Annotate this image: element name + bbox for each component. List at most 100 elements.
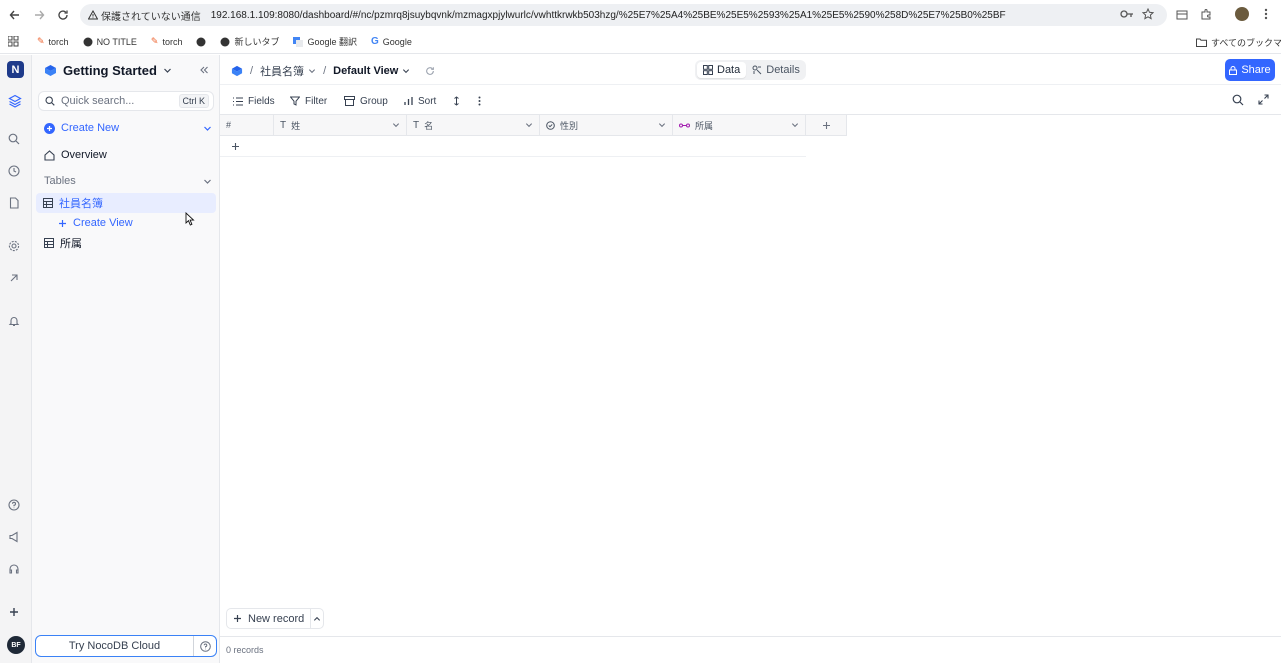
overview-label: Overview (61, 149, 107, 161)
create-view-label: Create View (73, 217, 133, 229)
grid-footer: 0 records (220, 636, 1281, 663)
column-header-seibetsu[interactable]: 性別 (540, 115, 673, 136)
tab-search-icon[interactable] (1176, 9, 1188, 21)
icon-rail: N BF (0, 55, 32, 663)
table-label: 社員名簿 (59, 198, 103, 210)
bookmark-globe[interactable] (196, 37, 206, 47)
settings-icon[interactable] (8, 240, 24, 256)
user-avatar[interactable]: BF (7, 636, 25, 654)
chevron-down-icon[interactable] (392, 121, 400, 129)
collapse-sidebar-icon[interactable] (199, 65, 209, 75)
try-cloud-banner[interactable]: Try NocoDB Cloud (35, 635, 217, 657)
row-number-header: # (220, 115, 274, 136)
document-icon[interactable] (8, 197, 24, 213)
sort-label: Sort (418, 95, 437, 107)
extensions-icon[interactable] (1200, 8, 1212, 20)
sidebar-table-shain-meibo[interactable]: 社員名簿 (36, 193, 216, 213)
column-header-sei[interactable]: T 姓 (274, 115, 407, 136)
back-icon[interactable] (4, 4, 26, 26)
megaphone-icon[interactable] (8, 531, 24, 547)
sort-button[interactable]: Sort (404, 92, 436, 110)
view-mode-switcher: Data Details (695, 60, 806, 80)
try-cloud-label[interactable]: Try NocoDB Cloud (36, 636, 194, 656)
create-new-button[interactable]: Create New (40, 118, 216, 138)
forward-icon[interactable] (28, 4, 50, 26)
base-icon[interactable] (231, 65, 243, 77)
add-column-button[interactable] (806, 115, 847, 136)
share-button[interactable]: Share (1225, 59, 1275, 81)
column-label: 性別 (560, 120, 579, 131)
integrations-icon[interactable] (8, 272, 24, 288)
new-record-options-toggle[interactable] (311, 609, 323, 628)
fullscreen-icon[interactable] (1258, 94, 1269, 105)
quick-search-placeholder: Quick search... (61, 95, 135, 107)
browser-toolbar: 保護されていない通信 192.168.1.109:8080/dashboard/… (0, 0, 1281, 30)
search-icon (45, 96, 55, 106)
url-text: 192.168.1.109:8080/dashboard/#/nc/pzmrq8… (210, 9, 1006, 21)
bookmark-torch-2[interactable]: ✎ torch (151, 36, 183, 47)
home-icon (44, 149, 55, 161)
address-bar[interactable]: 保護されていない通信 192.168.1.109:8080/dashboard/… (80, 4, 1167, 26)
table-grid-icon (43, 198, 53, 208)
globe-icon (196, 37, 206, 47)
new-record-button[interactable]: New record (227, 609, 312, 628)
help-circle-icon[interactable] (194, 640, 216, 652)
torch-icon: ✎ (150, 36, 159, 46)
chevron-down-icon (308, 67, 316, 75)
apps-grid-icon[interactable] (8, 36, 19, 47)
bookmark-google[interactable]: G Google (371, 36, 412, 47)
profile-avatar[interactable] (1235, 7, 1249, 21)
bookmark-no-title[interactable]: NO TITLE (83, 37, 137, 47)
help-icon[interactable] (8, 499, 24, 515)
column-header-shozoku[interactable]: 所属 (673, 115, 806, 136)
add-row-inline[interactable] (220, 137, 806, 157)
notification-bell-icon[interactable] (8, 315, 24, 331)
chevron-down-icon[interactable] (525, 121, 533, 129)
tab-details[interactable]: Details (746, 62, 806, 78)
more-options-button[interactable] (478, 92, 481, 110)
browser-menu-icon[interactable] (1264, 8, 1268, 20)
fields-button[interactable]: Fields (233, 92, 275, 110)
search-shortcut-badge: Ctrl K (178, 94, 209, 108)
chevron-down-icon[interactable] (791, 121, 799, 129)
tab-data[interactable]: Data (697, 62, 747, 78)
search-icon[interactable] (1232, 94, 1244, 106)
password-key-icon[interactable] (1120, 9, 1134, 19)
all-bookmarks[interactable]: すべてのブックマーク (1196, 36, 1281, 49)
group-button[interactable]: Group (344, 92, 388, 110)
share-label: Share (1241, 64, 1271, 76)
reload-icon[interactable] (52, 4, 74, 26)
quick-search-input[interactable]: Quick search... Ctrl K (38, 91, 214, 111)
group-label: Group (360, 95, 388, 107)
more-vertical-icon (478, 96, 481, 106)
warning-icon (88, 10, 98, 20)
search-icon[interactable] (8, 133, 24, 149)
column-header-mei[interactable]: T 名 (407, 115, 540, 136)
row-height-button[interactable] (453, 92, 460, 110)
chevron-down-icon (203, 177, 212, 186)
link-type-icon (679, 122, 690, 129)
bases-icon[interactable] (8, 94, 24, 110)
globe-icon (83, 37, 93, 47)
reload-icon[interactable] (425, 66, 435, 76)
sidebar-table-shozoku[interactable]: 所属 (40, 233, 216, 253)
workspace-switcher[interactable]: Getting Started (40, 60, 216, 80)
bookmark-new-tab[interactable]: 新しいタブ (220, 35, 279, 48)
chevron-down-icon[interactable] (658, 121, 666, 129)
breadcrumb-table[interactable]: 社員名簿 (260, 63, 316, 79)
sidebar: Getting Started Quick search... Ctrl K C… (32, 55, 220, 663)
filter-button[interactable]: Filter (290, 92, 327, 110)
bookmark-star-icon[interactable] (1142, 8, 1154, 20)
add-workspace-icon[interactable] (8, 606, 24, 622)
bookmark-google-translate[interactable]: Google 翻訳 (293, 35, 357, 48)
tab-details-label: Details (766, 64, 800, 76)
support-icon[interactable] (8, 563, 24, 579)
clock-icon[interactable] (8, 165, 24, 181)
overview-link[interactable]: Overview (40, 145, 216, 165)
translate-icon (293, 36, 304, 47)
bookmark-torch[interactable]: ✎ torch (37, 36, 69, 47)
tables-section-header[interactable]: Tables (40, 171, 216, 191)
nocodb-logo[interactable]: N (7, 61, 24, 78)
breadcrumb-view[interactable]: Default View (333, 65, 410, 77)
not-secure-indicator[interactable]: 保護されていない通信 (88, 8, 201, 23)
